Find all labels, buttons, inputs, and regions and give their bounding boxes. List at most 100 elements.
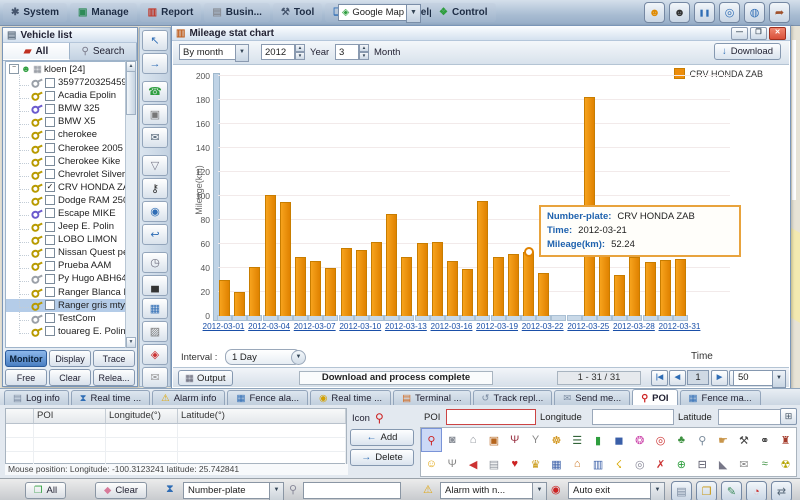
binoculars-icon[interactable]: ⚭ xyxy=(754,428,775,452)
bar[interactable] xyxy=(644,262,656,316)
pause-icon[interactable]: ❚❚ xyxy=(694,2,715,23)
spy-icon[interactable]: ☻ xyxy=(669,2,690,23)
target-icon[interactable]: ◎ xyxy=(719,2,740,23)
next-page-button[interactable]: ▶ xyxy=(711,370,728,386)
vehicle-checkbox[interactable] xyxy=(45,234,55,245)
bar[interactable] xyxy=(447,261,458,316)
add-poi-button[interactable]: ← Add xyxy=(350,429,414,446)
vehicle-checkbox[interactable] xyxy=(45,313,55,324)
note-icon[interactable]: ▤ xyxy=(484,452,505,476)
bar[interactable] xyxy=(462,269,474,316)
bar[interactable] xyxy=(659,259,671,316)
plate-search-input[interactable] xyxy=(303,482,401,499)
megaphone-icon[interactable]: ◀ xyxy=(463,452,484,476)
mail-icon[interactable]: ✉ xyxy=(142,367,168,388)
filter-field-arrow[interactable]: ▼ xyxy=(269,482,284,500)
briefcase-icon[interactable]: ▣ xyxy=(484,428,505,452)
bar[interactable] xyxy=(614,275,626,316)
radiation-icon[interactable]: ☢ xyxy=(775,452,796,476)
vehicle-checkbox[interactable] xyxy=(45,221,55,232)
vehicle-checkbox[interactable] xyxy=(45,77,55,88)
battery-icon[interactable]: ▮ xyxy=(588,428,609,452)
tab-realtime[interactable]: ◉ Real time ... xyxy=(310,390,392,406)
lifebuoy-icon[interactable]: ◎ xyxy=(650,428,671,452)
bus-icon[interactable]: ⊟ xyxy=(692,452,713,476)
delete-poi-button[interactable]: → Delete xyxy=(350,449,414,466)
poi-fullscreen-button[interactable]: ⊞ xyxy=(780,408,797,425)
bar[interactable] xyxy=(675,258,686,316)
power-icon[interactable]: ◉ xyxy=(142,201,168,222)
bar[interactable] xyxy=(477,201,489,316)
pen-icon[interactable]: ✎ xyxy=(721,481,742,500)
message-icon[interactable]: ✉ xyxy=(142,127,168,148)
year-input[interactable]: 2012 xyxy=(261,44,295,60)
bar[interactable] xyxy=(492,257,504,316)
bar[interactable] xyxy=(295,257,306,316)
vehicle-checkbox[interactable] xyxy=(45,156,55,167)
chart-window-titlebar[interactable]: ▥ Mileage stat chart — ❐ ✕ xyxy=(172,26,790,41)
poi-name-input[interactable] xyxy=(446,409,536,425)
longitude-input[interactable] xyxy=(592,409,674,425)
vehicle-list-scrollbar[interactable]: ▲ ▼ xyxy=(125,61,136,348)
bank-icon[interactable]: ⌂ xyxy=(463,428,484,452)
minimize-button[interactable]: — xyxy=(731,26,748,40)
vehicle-checkbox[interactable] xyxy=(45,143,55,154)
switch-display-icon[interactable]: ⇄ xyxy=(771,481,792,500)
key-icon[interactable]: ⚷ xyxy=(142,178,168,199)
castle-icon[interactable]: ♜ xyxy=(775,428,796,452)
tab-poi[interactable]: ⚲ POI xyxy=(632,389,678,406)
bar[interactable] xyxy=(340,247,352,316)
monitor-button[interactable]: Monitor xyxy=(5,350,47,367)
tab-terminal[interactable]: ▤ Terminal ... xyxy=(393,390,471,406)
output-button[interactable]: ▦ Output xyxy=(178,370,233,386)
bar[interactable] xyxy=(310,261,322,316)
cancel-alarm-icon[interactable]: ◈ xyxy=(142,344,168,365)
bar[interactable] xyxy=(325,268,337,316)
page-size-select[interactable]: 50 xyxy=(733,370,777,386)
alarm-mode-arrow[interactable]: ▼ xyxy=(532,482,547,500)
phone-icon[interactable]: ☎ xyxy=(142,81,168,102)
bar[interactable] xyxy=(386,214,398,316)
map-type-select-arrow[interactable]: ▼ xyxy=(406,4,421,23)
prev-page-button[interactable]: ◀ xyxy=(669,370,686,386)
interval-select-arrow[interactable]: ▼ xyxy=(291,350,306,365)
bar[interactable] xyxy=(431,241,443,316)
free-button[interactable]: Free xyxy=(5,369,47,386)
bar[interactable] xyxy=(629,257,641,316)
download-button[interactable]: ↓ Download xyxy=(714,43,781,60)
microphone-icon[interactable]: Ψ xyxy=(442,452,463,476)
pie-chart-icon[interactable]: ◔ xyxy=(746,481,767,500)
menu-tool[interactable]: ⚒ Tool xyxy=(272,3,323,22)
notebook-icon[interactable]: ▤ xyxy=(671,481,692,500)
tab-alarminfo[interactable]: ⚠ Alarm info xyxy=(152,390,226,406)
close-button[interactable]: ✕ xyxy=(769,26,786,40)
photo-icon[interactable]: ▣ xyxy=(142,104,168,125)
vehicle-checkbox[interactable]: ✓ xyxy=(45,182,55,193)
menu-system[interactable]: ✱ System xyxy=(3,3,67,22)
scroll-thumb[interactable] xyxy=(126,71,136,115)
vehicle-checkbox[interactable] xyxy=(45,103,55,114)
mode-select-arrow[interactable]: ▼ xyxy=(235,44,249,62)
vehicle-checkbox[interactable] xyxy=(45,169,55,180)
crown-icon[interactable]: ♛ xyxy=(525,452,546,476)
vehicle-checkbox[interactable] xyxy=(45,273,55,284)
bar[interactable] xyxy=(507,253,519,316)
exit-icon[interactable]: ➦ xyxy=(769,2,790,23)
vehicle-checkbox[interactable] xyxy=(45,300,55,311)
pushpin-icon[interactable]: ⚲ xyxy=(421,428,442,452)
cross-icon[interactable]: ✗ xyxy=(650,452,671,476)
vehicle-checkbox[interactable] xyxy=(45,90,55,101)
filter-field-select[interactable]: Number-plate xyxy=(183,482,273,499)
bar[interactable] xyxy=(355,250,367,316)
bar[interactable] xyxy=(249,267,261,316)
paint-icon[interactable]: ◣ xyxy=(713,452,734,476)
alarm-mode-select[interactable]: Alarm with n... xyxy=(440,482,538,499)
bar[interactable] xyxy=(401,257,413,316)
bar[interactable] xyxy=(234,292,246,316)
bar[interactable] xyxy=(219,280,230,316)
mode-select[interactable]: By month xyxy=(179,44,239,60)
page-size-arrow[interactable]: ▼ xyxy=(772,370,786,388)
leaf-icon[interactable]: ♣ xyxy=(671,428,692,452)
wine-icon[interactable]: Ψ xyxy=(504,428,525,452)
month-spinner[interactable]: ▲ ▼ xyxy=(359,44,369,60)
